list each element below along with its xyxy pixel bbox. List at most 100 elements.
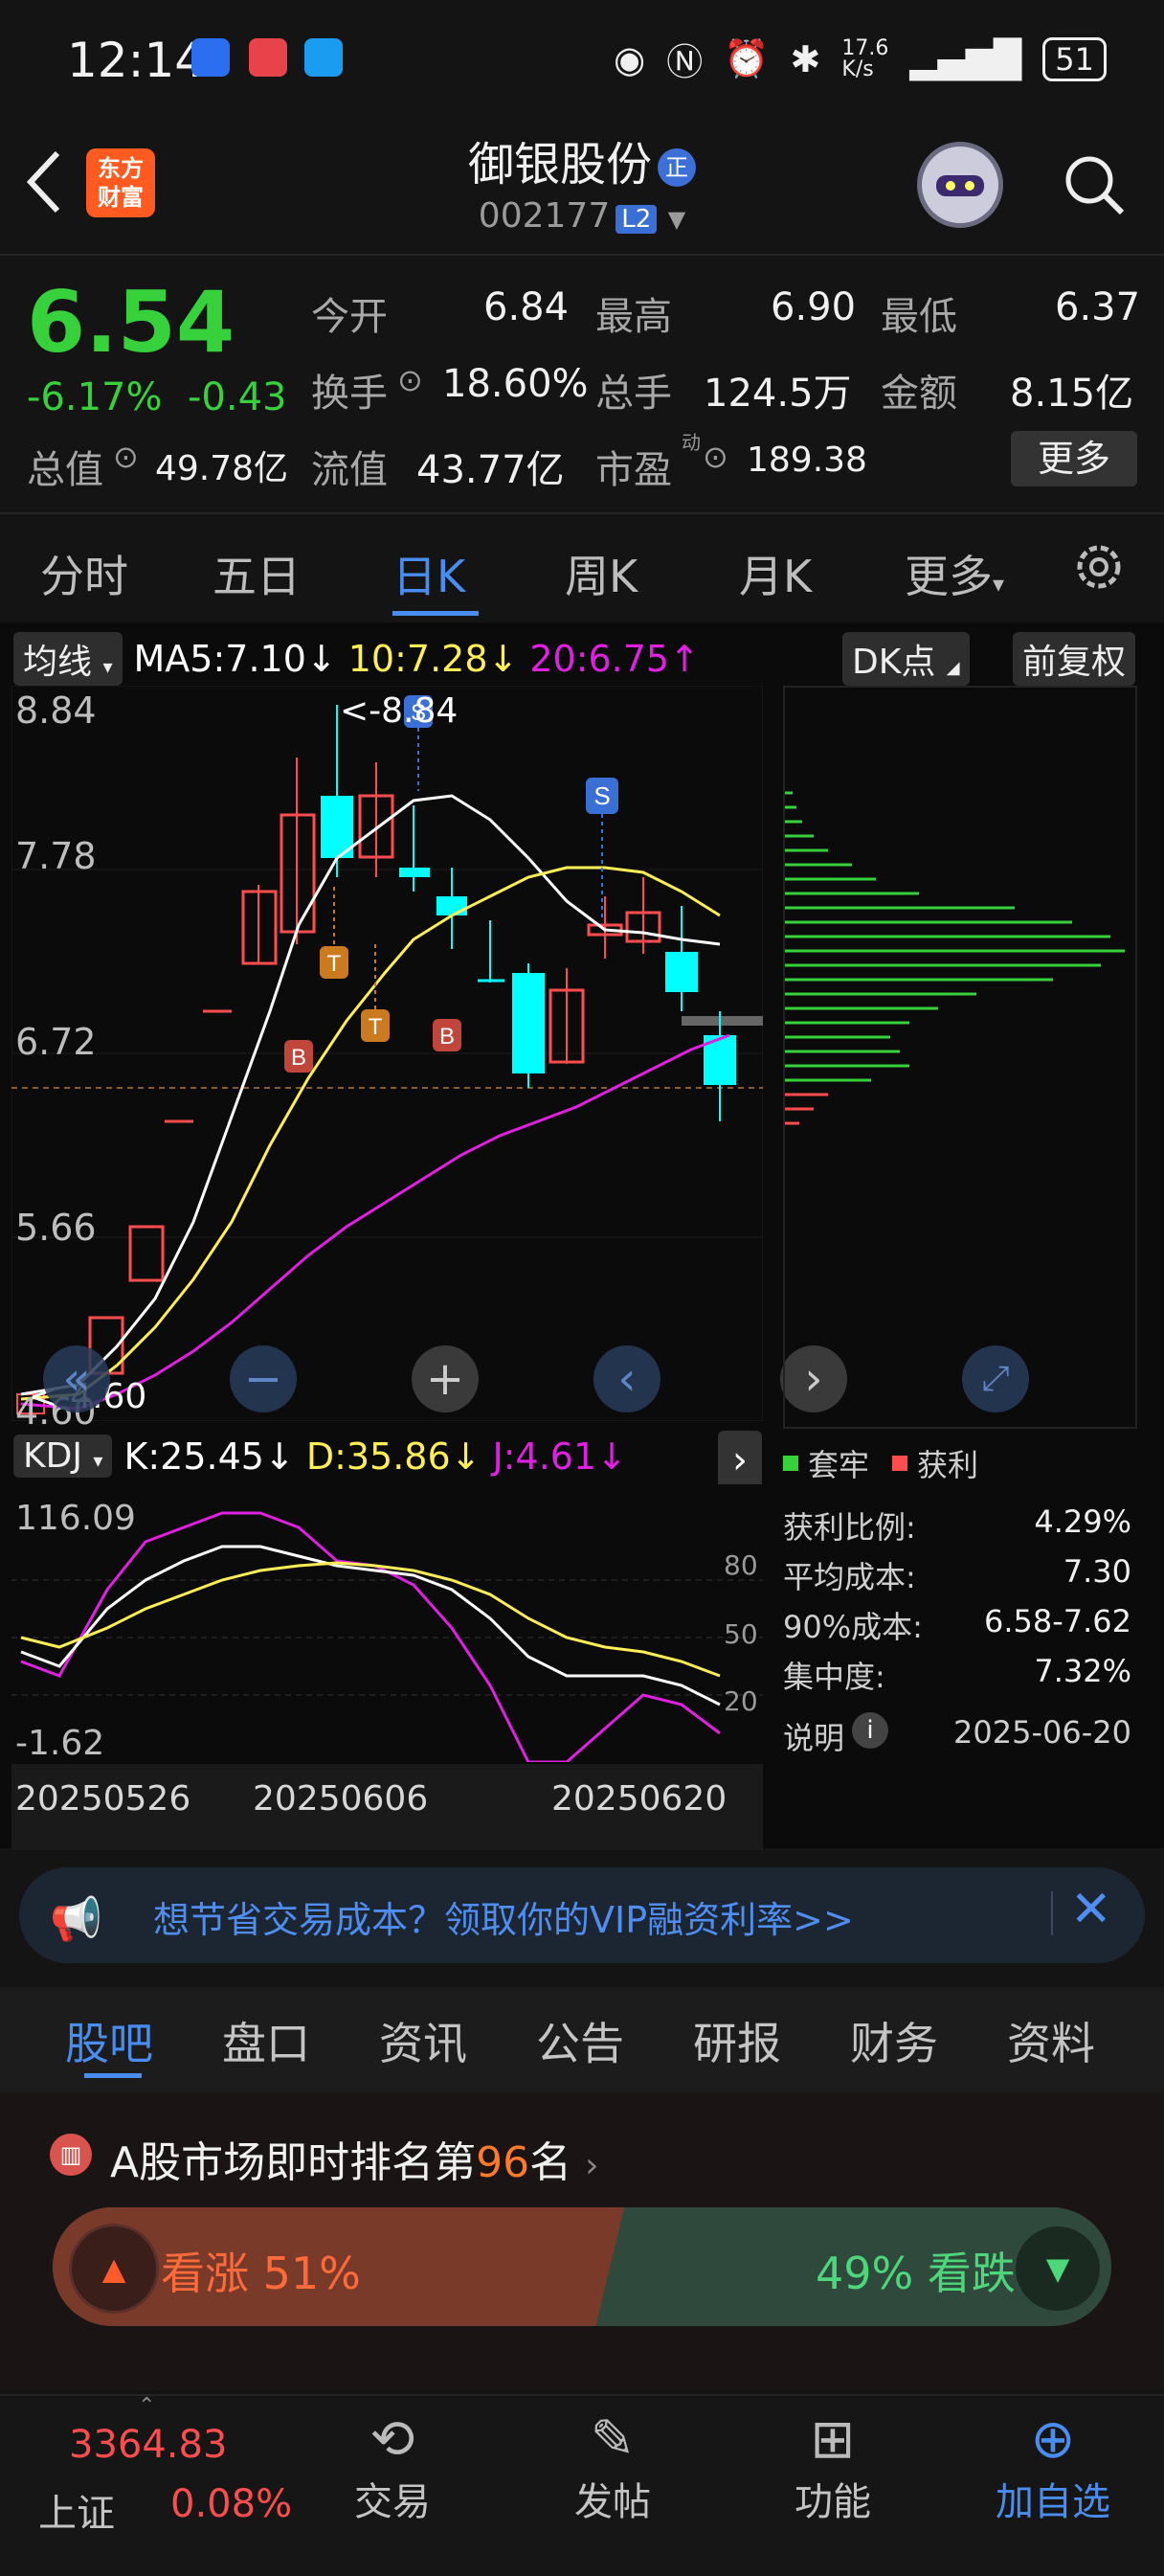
- hold-legend: 套牢: [808, 1447, 870, 1483]
- level2-badge: L2: [616, 205, 658, 234]
- nav-add-watchlist[interactable]: ⊕ 加自选: [976, 2408, 1130, 2526]
- tab-finance[interactable]: 财务: [850, 2009, 938, 2072]
- vote-up-button[interactable]: ▲: [69, 2224, 159, 2314]
- rank-number: 96: [476, 2138, 530, 2187]
- tab-announcement[interactable]: 公告: [536, 2009, 624, 2072]
- svg-text:T: T: [369, 1014, 383, 1040]
- forward-adjust-selector[interactable]: 前复权: [1013, 632, 1136, 686]
- svg-text:B: B: [291, 1045, 306, 1071]
- d-value: D:35.86↓: [305, 1435, 481, 1478]
- tab-profile[interactable]: 资料: [1007, 2009, 1095, 2072]
- nav-post-label: 发帖: [574, 2480, 651, 2524]
- bottom-tab-indicator: [84, 2073, 142, 2078]
- dk-point-selector[interactable]: DK点 ◢: [842, 632, 970, 686]
- bluetooth-icon: ✱: [790, 37, 821, 80]
- hold-swatch: [783, 1456, 798, 1471]
- svg-text:T: T: [327, 951, 342, 977]
- more-button[interactable]: 更多: [1011, 431, 1137, 486]
- ma20-value: 20:6.75↑: [529, 638, 700, 680]
- vote-down-button[interactable]: ▼: [1013, 2224, 1103, 2314]
- nav-trade[interactable]: ⟲ 交易: [325, 2408, 459, 2526]
- grid-icon: ⊞: [810, 2408, 856, 2471]
- rank-prefix: A股市场即时排名第: [110, 2138, 477, 2187]
- zoom-in-icon[interactable]: +: [412, 1345, 479, 1412]
- status-icons: ◉ Ⓝ ⏰ ✱ 17.6 K/s ▂▄▆█ 51: [614, 33, 1107, 85]
- tab-weekly-k[interactable]: 周K: [565, 542, 638, 605]
- info-icon[interactable]: ⊙: [113, 439, 139, 475]
- ma10-value: 10:7.28↓: [347, 638, 519, 680]
- nav-trade-label: 交易: [354, 2480, 431, 2524]
- info-icon[interactable]: i: [852, 1712, 888, 1749]
- network-speed: 17.6 K/s: [841, 35, 889, 81]
- gear-icon[interactable]: [1070, 538, 1128, 596]
- ma-selector[interactable]: 均线 ▾: [13, 632, 123, 686]
- stock-name: 御银股份: [467, 138, 652, 192]
- search-icon[interactable]: [1061, 151, 1128, 218]
- chevron-down-icon: ▼: [667, 206, 686, 233]
- book-app-icon: [249, 38, 287, 77]
- tab-news[interactable]: 资讯: [379, 2009, 467, 2072]
- expand-right-icon[interactable]: ›: [718, 1431, 762, 1490]
- low-label: 最低: [881, 295, 957, 339]
- cost-distribution-chart: [783, 686, 1137, 1429]
- j-value: J:4.61↓: [492, 1435, 627, 1478]
- kdj-selector-label: KDJ: [23, 1436, 82, 1476]
- float-label: 流值: [311, 448, 388, 492]
- stat-label: 集中度:: [783, 1659, 885, 1695]
- tab-guba[interactable]: 股吧: [65, 2009, 153, 2072]
- cost-legend: 套牢 获利: [783, 1441, 978, 1485]
- pe-label: 市盈: [595, 448, 672, 492]
- zoom-out-icon[interactable]: −: [230, 1345, 297, 1412]
- index-name: 上证: [38, 2492, 115, 2536]
- baidu-app-icon: [191, 38, 230, 77]
- tab-pankou[interactable]: 盘口: [222, 2009, 310, 2072]
- tab-more[interactable]: 更多▾: [905, 542, 1004, 605]
- tab-intraday[interactable]: 分时: [40, 542, 128, 605]
- status-time: 12:14: [67, 33, 206, 88]
- close-icon[interactable]: ✕: [1070, 1881, 1112, 1938]
- vote-down-label: 49% 看跌: [816, 2248, 1016, 2299]
- ma5-value: MA5:7.10↓: [133, 638, 337, 680]
- signal-icon: ▂▄▆█: [909, 37, 1022, 80]
- tab-daily-k[interactable]: 日K: [392, 542, 465, 605]
- promo-text[interactable]: 想节省交易成本？领取你的VIP融资利率>>: [153, 1890, 854, 1943]
- price-axis-label: 6.72: [15, 1021, 97, 1063]
- nav-functions[interactable]: ⊞ 功能: [766, 2408, 900, 2526]
- volume-label: 总手: [595, 372, 672, 416]
- info-icon[interactable]: ⊙: [397, 362, 423, 398]
- high-label: 最高: [595, 295, 672, 339]
- pe-dynamic-mark: 动: [682, 431, 701, 454]
- scroll-left-fast-icon[interactable]: «: [43, 1345, 110, 1412]
- open-label: 今开: [311, 295, 388, 339]
- rank-chart-icon: ▥: [50, 2134, 92, 2176]
- tab-research[interactable]: 研报: [693, 2009, 781, 2072]
- nav-post[interactable]: ✎ 发帖: [546, 2408, 680, 2526]
- change-abs: -0.43: [188, 375, 287, 419]
- kline-chart[interactable]: B T T B S S: [11, 686, 763, 1421]
- pe-value: 189.38: [747, 441, 867, 480]
- stat-value: 4.29%: [1034, 1503, 1131, 1540]
- index-value[interactable]: 3364.83: [69, 2423, 227, 2467]
- kdj-axis-top: 116.09: [15, 1499, 136, 1538]
- volume-value: 124.5万: [704, 372, 852, 416]
- high-mark-label: <-8.84: [340, 691, 459, 731]
- add-circle-icon: ⊕: [1030, 2408, 1076, 2471]
- scroll-left-icon[interactable]: ‹: [593, 1345, 660, 1412]
- info-icon[interactable]: ⊙: [703, 439, 728, 475]
- battery-icon: 51: [1042, 36, 1107, 81]
- turnover-label: 换手: [311, 372, 388, 416]
- turnover-value: 18.60%: [442, 362, 589, 406]
- cost-note-label[interactable]: 说明: [783, 1714, 844, 1758]
- date-label: 20250526: [15, 1779, 191, 1819]
- current-price: 6.54: [27, 273, 235, 372]
- low-value: 6.37: [1055, 285, 1141, 329]
- kdj-selector[interactable]: KDJ ▾: [13, 1435, 113, 1478]
- robot-assistant-icon[interactable]: [917, 142, 1003, 228]
- tab-monthly-k[interactable]: 月K: [739, 542, 812, 605]
- tab-five-day[interactable]: 五日: [213, 542, 301, 605]
- vote-up-label: 看涨 51%: [161, 2248, 361, 2299]
- tab-more-label: 更多: [905, 551, 993, 602]
- open-value: 6.84: [483, 285, 570, 329]
- rank-title[interactable]: A股市场即时排名第96名 ›: [110, 2128, 599, 2189]
- rank-suffix: 名: [529, 2138, 572, 2187]
